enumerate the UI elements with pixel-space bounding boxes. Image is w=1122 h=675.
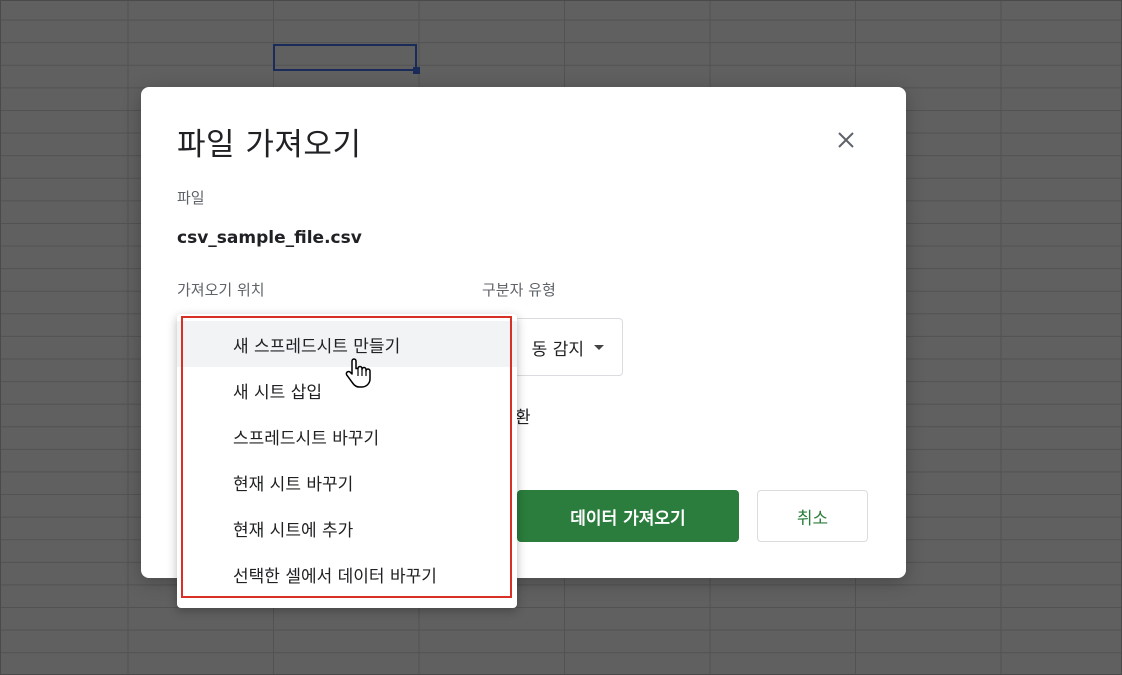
file-label: 파일 [177,189,205,207]
menu-item-replace-at-selected-cell[interactable]: 선택한 셀에서 데이터 바꾸기 [177,551,517,597]
menu-item-label: 현재 시트 바꾸기 [233,474,354,495]
menu-item-insert-new-sheet[interactable]: 새 시트 삽입 [177,367,517,413]
dialog-title: 파일 가져오기 [177,127,362,163]
import-location-label: 가져오기 위치 [177,281,265,299]
menu-item-label: 스프레드시트 바꾸기 [233,428,380,449]
menu-item-append-to-current-sheet[interactable]: 현재 시트에 추가 [177,505,517,551]
chevron-down-icon [594,344,604,350]
close-button[interactable] [831,125,861,155]
menu-item-label: 새 시트 삽입 [233,382,323,403]
import-data-button[interactable]: 데이터 가져오기 [517,490,739,542]
menu-item-new-spreadsheet[interactable]: 새 스프레드시트 만들기 [177,321,517,367]
close-icon [838,132,854,148]
menu-item-replace-current-sheet[interactable]: 현재 시트 바꾸기 [177,459,517,505]
menu-item-label: 새 스프레드시트 만들기 [233,336,401,357]
menu-item-label: 선택한 셀에서 데이터 바꾸기 [233,566,437,587]
selected-cell[interactable] [273,44,417,71]
separator-type-value: 동 감지 [531,339,584,360]
cancel-button[interactable]: 취소 [757,490,868,542]
convert-option-text: 환 [515,408,531,428]
import-location-menu: 새 스프레드시트 만들기 새 시트 삽입 스프레드시트 바꾸기 현재 시트 바꾸… [177,314,517,608]
menu-item-label: 현재 시트에 추가 [233,520,354,541]
file-name: csv_sample_file.csv [177,228,362,248]
menu-item-replace-spreadsheet[interactable]: 스프레드시트 바꾸기 [177,413,517,459]
fill-handle[interactable] [413,67,420,74]
screen: 파일 가져오기 파일 csv_sample_file.csv 가져오기 위치 구… [0,0,1122,675]
separator-type-label: 구분자 유형 [482,281,556,299]
